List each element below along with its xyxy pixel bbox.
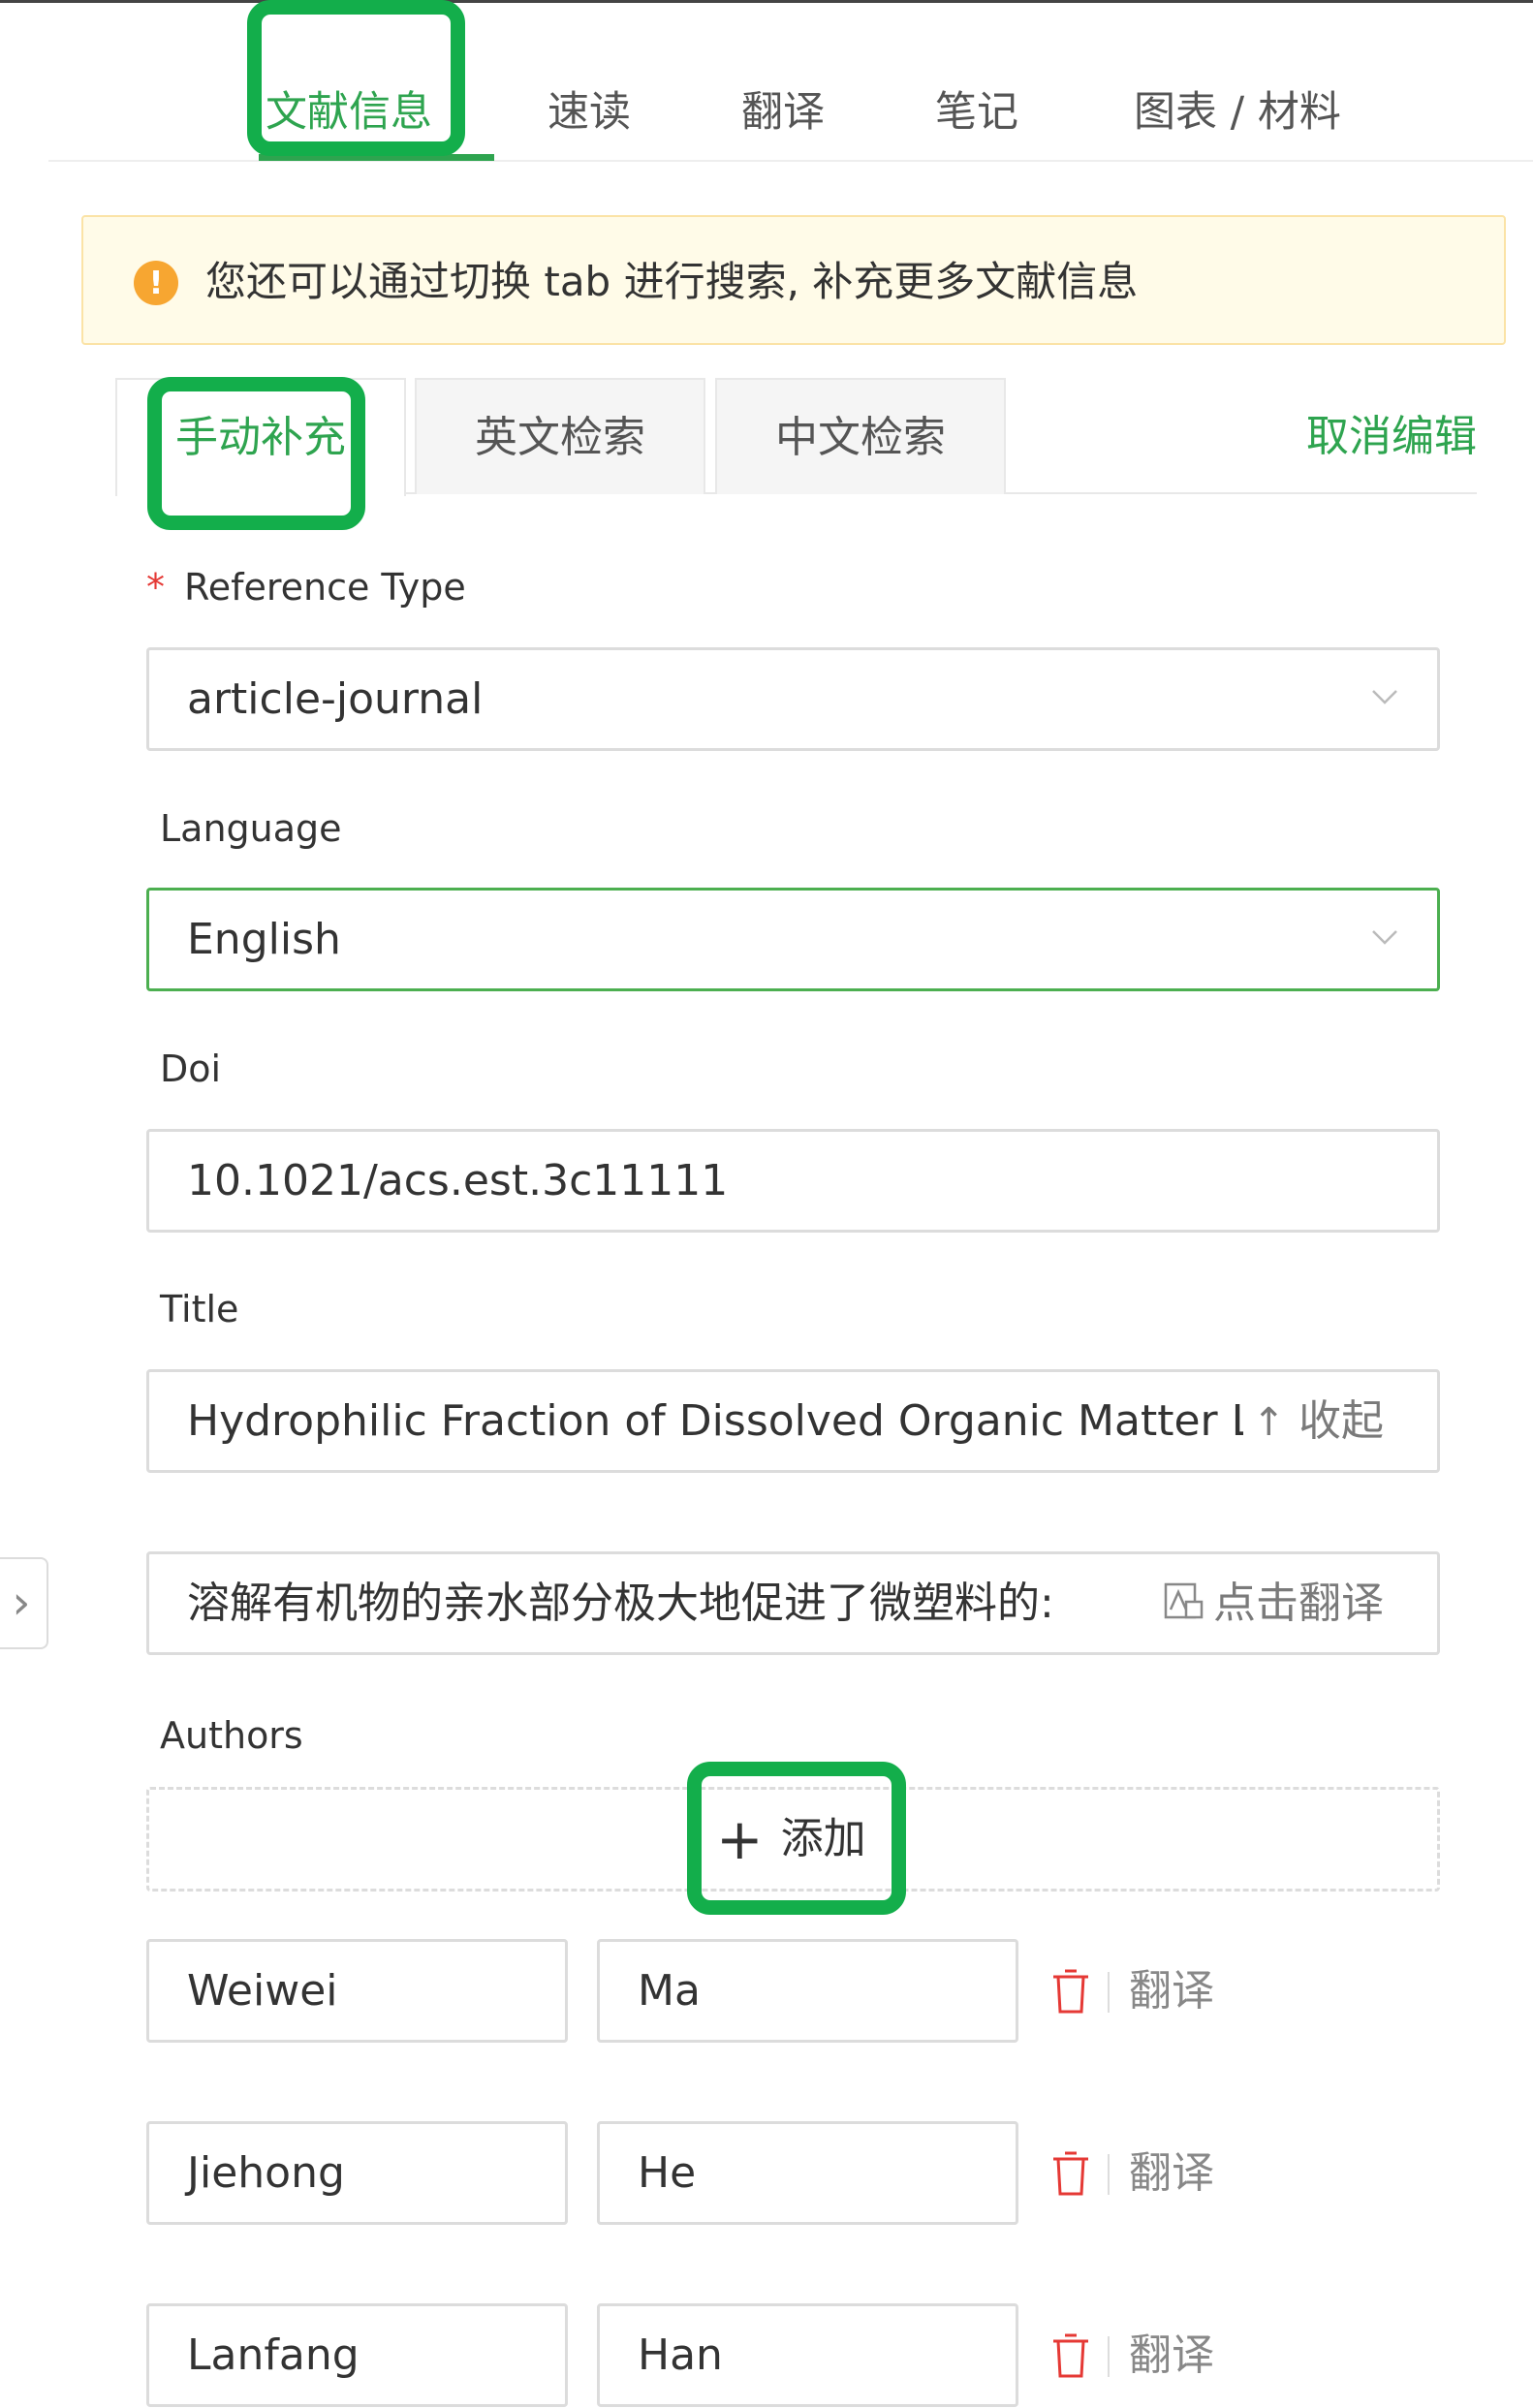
translate-icon	[1164, 1582, 1204, 1619]
chevron-right-icon: ›	[12, 1576, 31, 1630]
doi-input[interactable]: 10.1021/acs.est.3c11111	[146, 1129, 1440, 1233]
title-input[interactable]: Hydrophilic Fraction of Dissolved Organi…	[146, 1369, 1440, 1473]
collapse-button[interactable]: ↑ 收起	[1252, 1372, 1384, 1472]
tab-notes[interactable]: 笔记	[935, 83, 1018, 141]
author-actions: 翻译	[1049, 2121, 1234, 2225]
cancel-edit-button[interactable]: 取消编辑	[1269, 407, 1477, 467]
author-given-name: Weiwei	[187, 1966, 338, 2016]
warning-icon: !	[134, 261, 178, 305]
required-mark: *	[146, 566, 165, 609]
title-label: Title	[160, 1288, 239, 1330]
reference-type-select[interactable]: article-journal	[146, 647, 1440, 751]
author-family-name-input[interactable]: Ma	[597, 1939, 1018, 2043]
author-actions: 翻译	[1049, 1939, 1234, 2043]
language-select[interactable]: English	[146, 888, 1440, 991]
author-family-name: He	[638, 2148, 697, 2198]
action-separator	[1108, 1972, 1110, 2013]
doi-label: Doi	[160, 1048, 222, 1090]
tab-speed-read[interactable]: 速读	[548, 83, 631, 141]
author-family-name: Ma	[638, 1966, 701, 2016]
author-translate-button[interactable]: 翻译	[1129, 2121, 1214, 2225]
title-value: Hydrophilic Fraction of Dissolved Organi…	[187, 1396, 1243, 1446]
title-translation-value: 溶解有机物的亲水部分极大地促进了微塑料的:	[187, 1579, 1054, 1628]
highlight-box-manual-tab	[147, 377, 365, 530]
tab-charts-materials[interactable]: 图表 / 材料	[1134, 83, 1341, 141]
trash-icon[interactable]	[1049, 2150, 1092, 2197]
trash-icon[interactable]	[1049, 1968, 1092, 2015]
action-separator	[1108, 2336, 1110, 2377]
author-translate-button[interactable]: 翻译	[1129, 1939, 1214, 2043]
author-family-name-input[interactable]: Han	[597, 2303, 1018, 2407]
author-family-name: Han	[638, 2330, 723, 2380]
author-translate-button[interactable]: 翻译	[1129, 2303, 1214, 2407]
side-panel-toggle[interactable]: ›	[0, 1557, 48, 1649]
author-actions: 翻译	[1049, 2303, 1234, 2407]
chevron-down-icon	[1372, 930, 1397, 945]
subtab-chinese-search[interactable]: 中文检索	[715, 378, 1006, 494]
tab-translate[interactable]: 翻译	[741, 83, 825, 141]
reference-type-label-text: Reference Type	[184, 566, 466, 609]
title-clip: Hydrophilic Fraction of Dissolved Organi…	[187, 1372, 1243, 1470]
language-value: English	[187, 915, 341, 964]
title-translation-clip: 溶解有机物的亲水部分极大地促进了微塑料的:	[187, 1554, 1156, 1652]
action-separator	[1108, 2154, 1110, 2195]
title-translation-input[interactable]: 溶解有机物的亲水部分极大地促进了微塑料的: 点击翻译	[146, 1551, 1440, 1655]
authors-label: Authors	[160, 1714, 303, 1757]
author-family-name-input[interactable]: He	[597, 2121, 1018, 2225]
author-given-name-input[interactable]: Lanfang	[146, 2303, 568, 2407]
author-given-name-input[interactable]: Jiehong	[146, 2121, 568, 2225]
top-border	[0, 0, 1533, 3]
arrow-up-icon: ↑	[1252, 1400, 1285, 1445]
highlight-box-main-tab	[247, 0, 465, 156]
subtab-english-search[interactable]: 英文检索	[415, 378, 705, 494]
reference-type-label: * Reference Type	[146, 560, 466, 614]
author-given-name-input[interactable]: Weiwei	[146, 1939, 568, 2043]
language-label: Language	[160, 807, 342, 850]
trash-icon[interactable]	[1049, 2332, 1092, 2379]
chevron-down-icon	[1372, 690, 1397, 704]
alert-text: 您还可以通过切换 tab 进行搜索, 补充更多文献信息	[205, 258, 1139, 305]
click-translate-button[interactable]: 点击翻译	[1163, 1554, 1384, 1652]
info-alert: ! 您还可以通过切换 tab 进行搜索, 补充更多文献信息	[81, 215, 1506, 345]
author-given-name: Jiehong	[187, 2148, 345, 2198]
author-given-name: Lanfang	[187, 2330, 360, 2380]
highlight-box-add-button	[687, 1762, 906, 1915]
reference-type-value: article-journal	[187, 674, 484, 724]
collapse-label: 收起	[1298, 1396, 1384, 1446]
click-translate-label: 点击翻译	[1213, 1579, 1384, 1628]
doi-value: 10.1021/acs.est.3c11111	[187, 1156, 729, 1205]
